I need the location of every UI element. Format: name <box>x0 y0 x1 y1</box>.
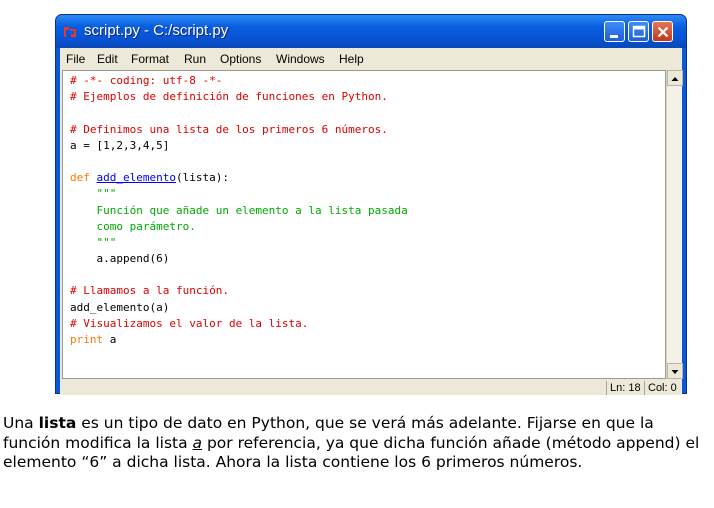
scroll-up-icon <box>671 77 679 81</box>
menu-options[interactable]: Options <box>220 52 261 66</box>
code-token: # Definimos una lista de los primeros 6 … <box>70 122 388 136</box>
caption-bold-term: lista <box>38 414 77 432</box>
code-token: add_elemento(a) <box>70 300 170 314</box>
python-app-icon <box>64 27 76 37</box>
code-line: Función que añade un elemento a la lista… <box>70 203 408 219</box>
minimize-icon <box>610 35 618 38</box>
code-token: # Visualizamos el valor de la lista. <box>70 316 309 330</box>
code-token: """ <box>70 235 117 249</box>
code-token: def <box>70 171 97 185</box>
code-line: # Ejemplos de definición de funciones en… <box>70 89 408 105</box>
caption-text-1: Una <box>3 414 39 432</box>
code-token: (lista): <box>175 171 229 185</box>
status-col: Col: 0 <box>644 381 684 395</box>
menu-file[interactable]: File <box>66 52 85 66</box>
caption-italic-var: a <box>192 433 203 452</box>
code-token: # Ejemplos de definición de funciones en… <box>70 90 388 104</box>
code-line: a = [1,2,3,4,5] <box>70 138 408 154</box>
code-line: """ <box>70 186 408 202</box>
code-line: add_elemento(a) <box>70 300 408 316</box>
close-button[interactable] <box>652 21 673 42</box>
caption-paragraph: Una lista es un tipo de dato en Python, … <box>3 414 713 473</box>
menu-run[interactable]: Run <box>184 52 206 66</box>
code-line: def add_elemento(lista): <box>70 170 408 186</box>
menu-help[interactable]: Help <box>339 52 364 66</box>
maximize-button[interactable] <box>628 21 649 42</box>
code-token: # Llamamos a la función. <box>70 284 229 298</box>
maximize-icon <box>632 25 646 38</box>
status-line: Ln: 18 <box>606 381 644 395</box>
menu-edit[interactable]: Edit <box>97 52 118 66</box>
title-bar[interactable]: script.py - C:/script.py <box>56 15 686 48</box>
code-line: print a <box>70 332 408 348</box>
code-token: como parámetro. <box>70 219 196 233</box>
code-editor[interactable]: # -*- coding: utf-8 -*- # Ejemplos de def… <box>62 70 666 379</box>
code-token: add_elemento <box>96 171 176 185</box>
window-title: script.py - C:/script.py <box>84 22 229 39</box>
status-bar: Ln: 18 Col: 0 <box>60 381 682 395</box>
code-token: a.append(6) <box>70 252 170 266</box>
idle-window: script.py - C:/script.py File Edit Forma… <box>55 14 687 395</box>
code-text: # -*- coding: utf-8 -*- # Ejemplos de def… <box>70 73 408 348</box>
window-client: File Edit Format Run Options Windows Hel… <box>60 48 683 395</box>
code-line: # Llamamos a la función. <box>70 283 408 299</box>
code-token: """ <box>70 187 117 201</box>
menu-bar: File Edit Format Run Options Windows Hel… <box>60 48 682 70</box>
code-line: # Visualizamos el valor de la lista. <box>70 316 408 332</box>
code-token: a = [1,2,3,4,5] <box>70 138 170 152</box>
vertical-scrollbar[interactable] <box>666 70 683 379</box>
scroll-up-button[interactable] <box>667 70 683 86</box>
code-token: print <box>70 333 104 346</box>
code-line: """ <box>70 235 408 251</box>
code-line: # Definimos una lista de los primeros 6 … <box>70 122 408 138</box>
minimize-button[interactable] <box>604 21 625 42</box>
menu-format[interactable]: Format <box>131 52 169 66</box>
code-line: a.append(6) <box>70 251 408 267</box>
code-line: como parámetro. <box>70 219 408 235</box>
code-token: Función que añade un elemento a la lista… <box>70 203 408 217</box>
scroll-down-button[interactable] <box>667 363 683 379</box>
scroll-down-icon <box>671 370 679 374</box>
menu-windows[interactable]: Windows <box>276 52 325 66</box>
code-token: # -*- coding: utf-8 -*- <box>70 74 223 87</box>
code-token: a <box>103 333 117 346</box>
code-line: # -*- coding: utf-8 -*- <box>70 73 408 89</box>
close-icon <box>657 26 669 38</box>
